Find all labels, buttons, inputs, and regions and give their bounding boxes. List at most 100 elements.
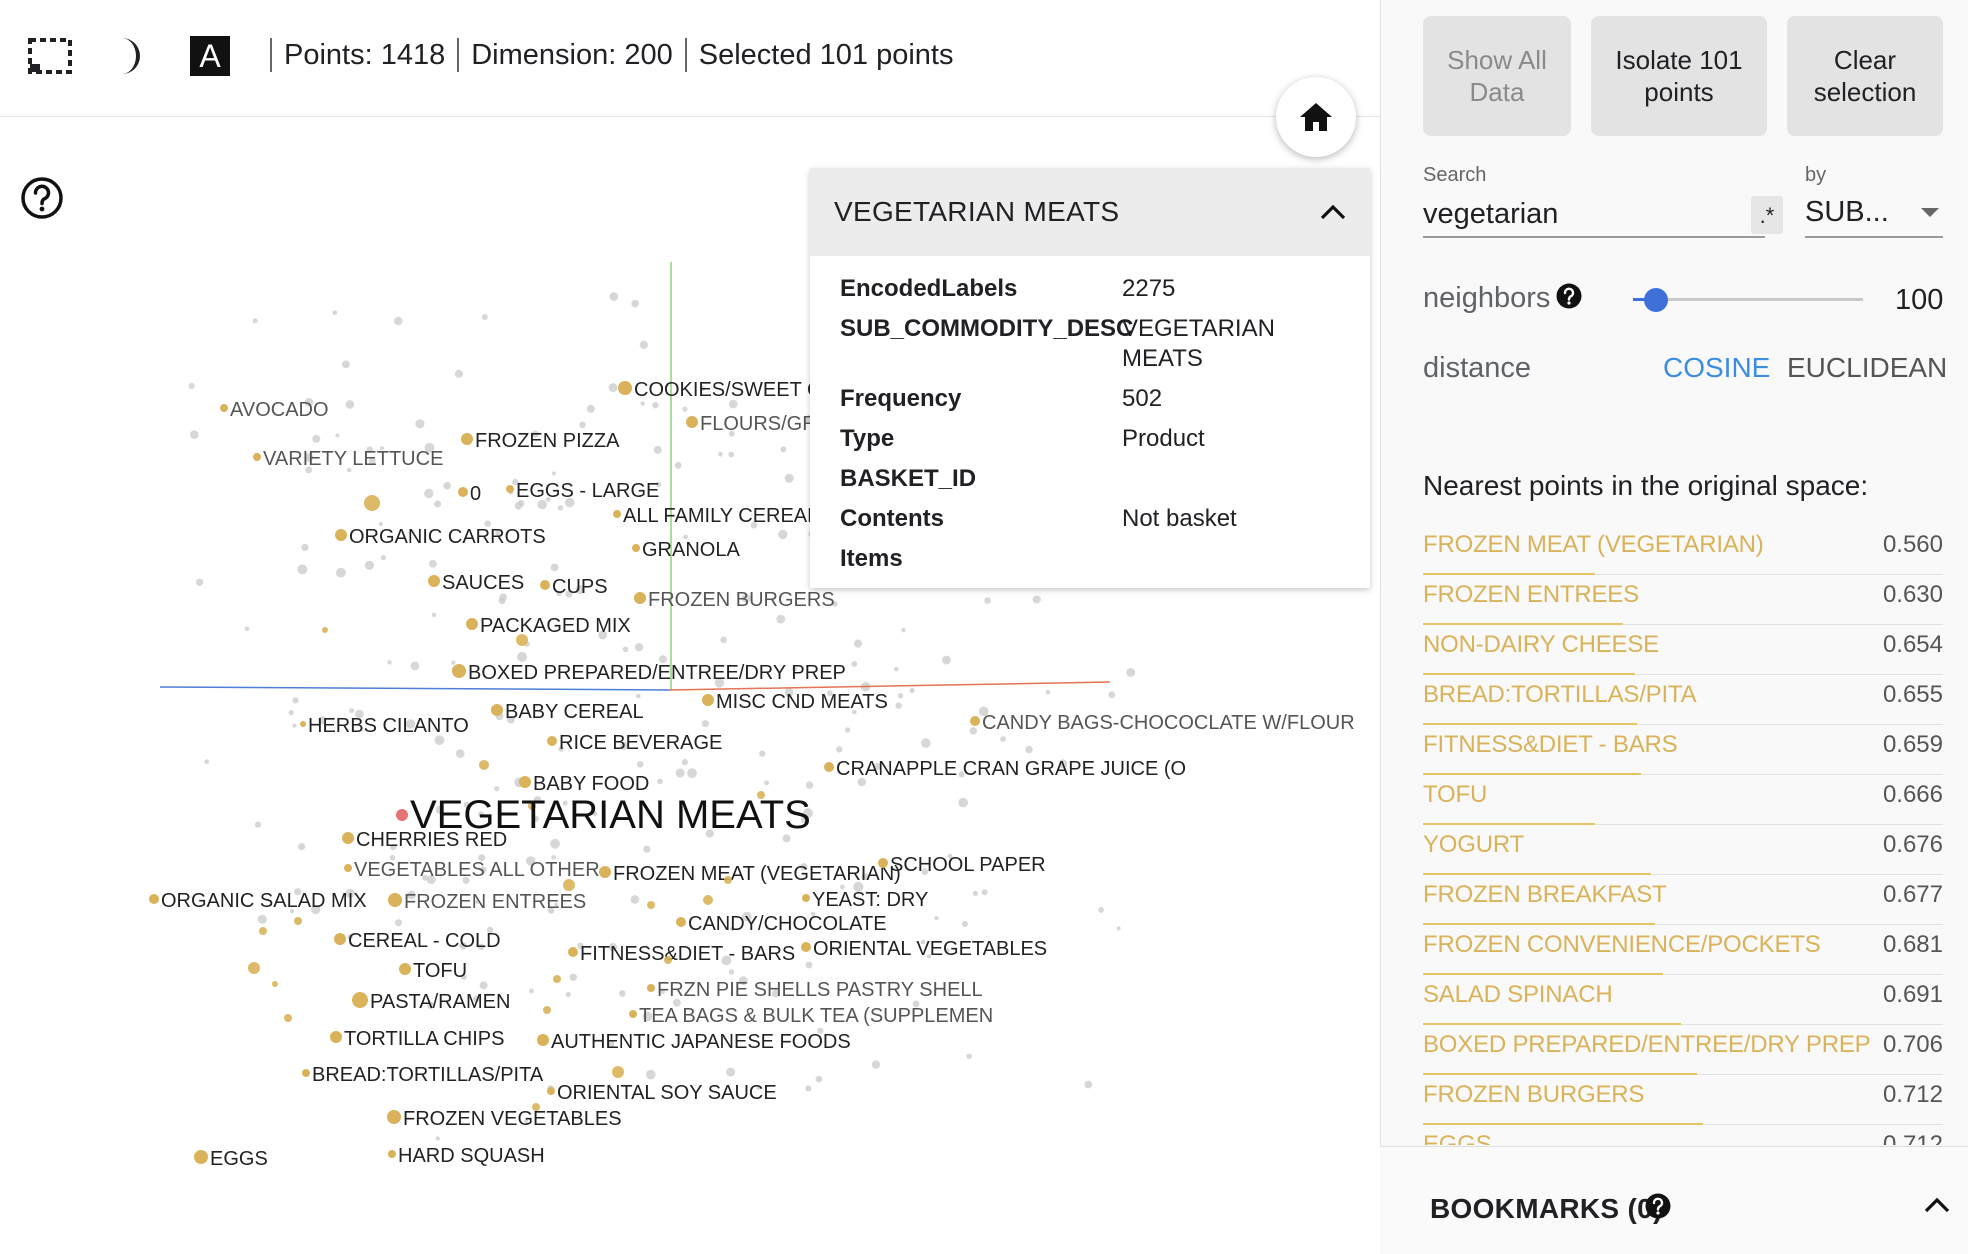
data-point <box>1084 1080 1093 1089</box>
search-by-select[interactable]: SUB... <box>1805 192 1943 238</box>
info-row: Contents Not basket <box>840 504 1340 534</box>
info-key: EncodedLabels <box>840 275 1018 302</box>
nearest-point-row[interactable]: FROZEN CONVENIENCE/POCKETS 0.681 <box>1423 925 1943 975</box>
rectangle-select-icon[interactable] <box>28 34 72 78</box>
data-point <box>336 567 346 578</box>
night-mode-icon[interactable] <box>108 34 152 78</box>
nearest-point-name[interactable]: SALAD SPINACH <box>1423 981 1613 1009</box>
data-point <box>380 555 386 561</box>
nearest-point-name[interactable]: FROZEN ENTREES <box>1423 581 1639 609</box>
data-point <box>257 914 267 924</box>
label-toggle-icon[interactable]: A <box>188 34 232 78</box>
nearest-point-row[interactable]: TOFU 0.666 <box>1423 775 1943 825</box>
nearest-point-distance: 0.654 <box>1882 631 1943 658</box>
distance-label: distance <box>1423 352 1532 384</box>
data-point <box>612 1066 624 1078</box>
isolate-points-button[interactable]: Isolate 101 points <box>1591 16 1767 136</box>
labeled-point <box>629 1010 637 1018</box>
data-point <box>805 1085 812 1092</box>
data-point <box>1108 691 1116 699</box>
nearest-point-row[interactable]: NON-DAIRY CHEESE 0.654 <box>1423 625 1943 675</box>
data-point <box>958 797 968 808</box>
labeled-point <box>334 933 346 945</box>
point-label: CANDY/CHOCOLATE <box>688 913 887 935</box>
nearest-point-row[interactable]: BREAD:TORTILLAS/PITA 0.655 <box>1423 675 1943 725</box>
labeled-point <box>458 487 468 497</box>
cosine-tab[interactable]: COSINE <box>1663 352 1770 384</box>
nearest-point-name[interactable]: FROZEN MEAT (VEGETARIAN) <box>1423 531 1764 559</box>
data-point <box>1116 926 1121 931</box>
nearest-point-row[interactable]: FITNESS&DIET - BARS 0.659 <box>1423 725 1943 775</box>
nearest-point-row[interactable]: FROZEN BURGERS 0.712 <box>1423 1075 1943 1125</box>
nearest-point-name[interactable]: FROZEN CONVENIENCE/POCKETS <box>1423 931 1821 959</box>
data-point <box>619 990 626 997</box>
point-label: VEGETABLES ALL OTHER <box>354 859 600 881</box>
data-point <box>652 402 659 409</box>
data-point <box>631 299 639 308</box>
data-point <box>322 627 328 633</box>
nearest-point-row[interactable]: FROZEN ENTREES 0.630 <box>1423 575 1943 625</box>
data-point <box>630 895 640 904</box>
point-label: RICE BEVERAGE <box>559 732 722 754</box>
chevron-up-icon[interactable] <box>1320 204 1346 220</box>
point-label: TORTILLA CHIPS <box>344 1028 504 1050</box>
regex-toggle[interactable]: .* <box>1751 196 1783 234</box>
nearest-point-row[interactable]: YOGURT 0.676 <box>1423 825 1943 875</box>
data-point <box>395 919 402 927</box>
labeled-point <box>388 1150 396 1158</box>
nearest-point-name[interactable]: FROZEN BURGERS <box>1423 1081 1644 1109</box>
nearest-point-row[interactable]: EGGS 0.712 <box>1423 1125 1943 1145</box>
help-icon[interactable] <box>1645 1193 1671 1224</box>
nearest-point-name[interactable]: BREAD:TORTILLAS/PITA <box>1423 681 1697 709</box>
help-icon[interactable] <box>20 176 64 220</box>
nearest-point-row[interactable]: BOXED PREPARED/ENTREE/DRY PREP 0.706 <box>1423 1025 1943 1075</box>
nearest-point-row[interactable]: SALAD SPINACH 0.691 <box>1423 975 1943 1025</box>
nearest-point-name[interactable]: NON-DAIRY CHEESE <box>1423 631 1659 659</box>
show-all-data-button[interactable]: Show All Data <box>1423 16 1571 136</box>
data-point <box>1032 595 1041 604</box>
info-card-header[interactable]: VEGETARIAN MEATS <box>810 168 1370 256</box>
nearest-points-list: FROZEN MEAT (VEGETARIAN) 0.560 FROZEN ENTR… <box>1423 525 1943 1145</box>
data-point <box>551 471 556 476</box>
home-button[interactable] <box>1276 77 1356 157</box>
info-value: Product <box>1122 425 1205 452</box>
point-label: GRANOLA <box>642 539 740 561</box>
nearest-point-name[interactable]: TOFU <box>1423 781 1487 809</box>
data-point <box>844 727 851 733</box>
clear-selection-button[interactable]: Clear selection <box>1787 16 1943 136</box>
data-point <box>479 760 489 770</box>
point-label: EGGS - LARGE <box>516 480 659 502</box>
neighbors-slider-thumb[interactable] <box>1644 288 1668 312</box>
nearest-point-row[interactable]: FROZEN BREAKFAST 0.677 <box>1423 875 1943 925</box>
help-icon[interactable] <box>1556 283 1582 314</box>
data-point <box>639 340 648 349</box>
labeled-point <box>300 721 306 727</box>
euclidean-tab[interactable]: EUCLIDEAN <box>1787 352 1947 384</box>
data-point <box>778 529 788 540</box>
point-label: ORGANIC CARROTS <box>349 526 546 548</box>
chevron-up-icon[interactable] <box>1924 1197 1950 1218</box>
point-label: CUPS <box>552 576 608 598</box>
data-point <box>681 759 688 766</box>
nearest-point-distance: 0.712 <box>1882 1081 1943 1108</box>
data-point <box>805 961 813 969</box>
nearest-point-row[interactable]: FROZEN MEAT (VEGETARIAN) 0.560 <box>1423 525 1943 575</box>
data-point <box>609 292 619 301</box>
nearest-point-name[interactable]: YOGURT <box>1423 831 1524 859</box>
nearest-point-name[interactable]: FITNESS&DIET - BARS <box>1423 731 1678 759</box>
labeled-point <box>388 893 402 907</box>
search-input[interactable] <box>1423 192 1765 238</box>
nearest-point-name[interactable]: BOXED PREPARED/ENTREE/DRY PREP <box>1423 1031 1871 1059</box>
labeled-point <box>801 942 811 952</box>
info-key: Items <box>840 545 903 572</box>
data-point <box>259 927 267 935</box>
nearest-point-name[interactable]: FROZEN BREAKFAST <box>1423 881 1667 909</box>
point-label: SAUCES <box>442 572 524 594</box>
labeled-point <box>352 992 368 1008</box>
nearest-point-name[interactable]: EGGS <box>1423 1131 1492 1145</box>
labeled-point <box>428 575 440 587</box>
bookmarks-section[interactable]: BOOKMARKS (0) <box>1380 1146 1968 1254</box>
data-point <box>288 709 294 716</box>
data-point <box>726 1067 736 1077</box>
data-point <box>443 481 452 490</box>
